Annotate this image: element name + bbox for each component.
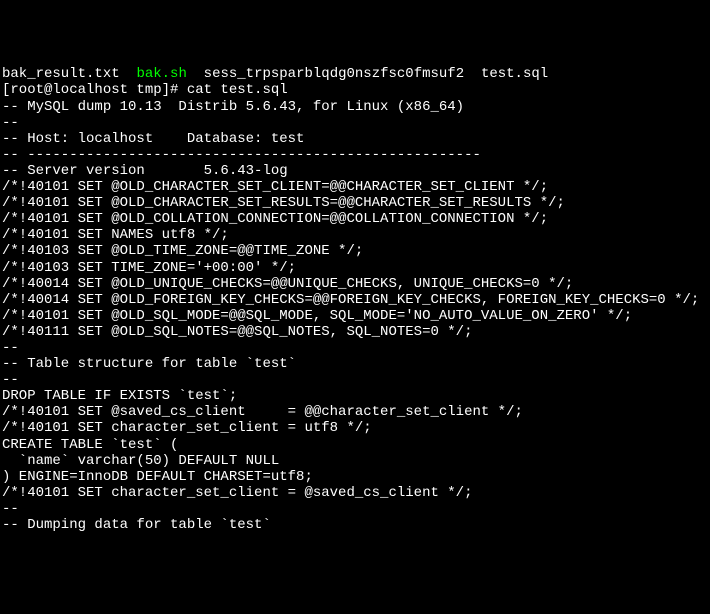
terminal-line: CREATE TABLE `test` ( <box>2 437 708 453</box>
file-listing-line: bak_result.txt bak.sh sess_trpsparblqdg0… <box>2 66 708 82</box>
highlighted-file: bak.sh <box>136 66 186 82</box>
terminal-line: -- Table structure for table `test` <box>2 356 708 372</box>
terminal-line: -- <box>2 372 708 388</box>
terminal-line: -- <box>2 115 708 131</box>
terminal-line: /*!40103 SET @OLD_TIME_ZONE=@@TIME_ZONE … <box>2 243 708 259</box>
terminal-output: bak_result.txt bak.sh sess_trpsparblqdg0… <box>2 66 708 533</box>
terminal-line: ) ENGINE=InnoDB DEFAULT CHARSET=utf8; <box>2 469 708 485</box>
terminal-line: /*!40101 SET NAMES utf8 */; <box>2 227 708 243</box>
terminal-line: -- Server version 5.6.43-log <box>2 163 708 179</box>
terminal-line: DROP TABLE IF EXISTS `test`; <box>2 388 708 404</box>
terminal-line: /*!40101 SET @saved_cs_client = @@charac… <box>2 404 708 420</box>
terminal-line: -- Dumping data for table `test` <box>2 517 708 533</box>
terminal-line: /*!40111 SET @OLD_SQL_NOTES=@@SQL_NOTES,… <box>2 324 708 340</box>
terminal-line: /*!40101 SET character_set_client = @sav… <box>2 485 708 501</box>
file-name: test.sql <box>481 66 548 82</box>
terminal-line: /*!40103 SET TIME_ZONE='+00:00' */; <box>2 260 708 276</box>
terminal-line: [root@localhost tmp]# cat test.sql <box>2 82 708 98</box>
terminal-line: -- <box>2 340 708 356</box>
terminal-line: -- MySQL dump 10.13 Distrib 5.6.43, for … <box>2 99 708 115</box>
terminal-line: /*!40101 SET character_set_client = utf8… <box>2 420 708 436</box>
terminal-line: /*!40014 SET @OLD_FOREIGN_KEY_CHECKS=@@F… <box>2 292 708 308</box>
terminal-line: `name` varchar(50) DEFAULT NULL <box>2 453 708 469</box>
file-name: bak_result.txt <box>2 66 120 82</box>
terminal-line: -- <box>2 501 708 517</box>
terminal-line: /*!40101 SET @OLD_SQL_MODE=@@SQL_MODE, S… <box>2 308 708 324</box>
terminal-line: -- -------------------------------------… <box>2 147 708 163</box>
terminal-line: -- Host: localhost Database: test <box>2 131 708 147</box>
terminal-line: /*!40014 SET @OLD_UNIQUE_CHECKS=@@UNIQUE… <box>2 276 708 292</box>
terminal-line: /*!40101 SET @OLD_COLLATION_CONNECTION=@… <box>2 211 708 227</box>
file-name: sess_trpsparblqdg0nszfsc0fmsuf2 <box>204 66 464 82</box>
terminal-line: /*!40101 SET @OLD_CHARACTER_SET_RESULTS=… <box>2 195 708 211</box>
terminal-line: /*!40101 SET @OLD_CHARACTER_SET_CLIENT=@… <box>2 179 708 195</box>
